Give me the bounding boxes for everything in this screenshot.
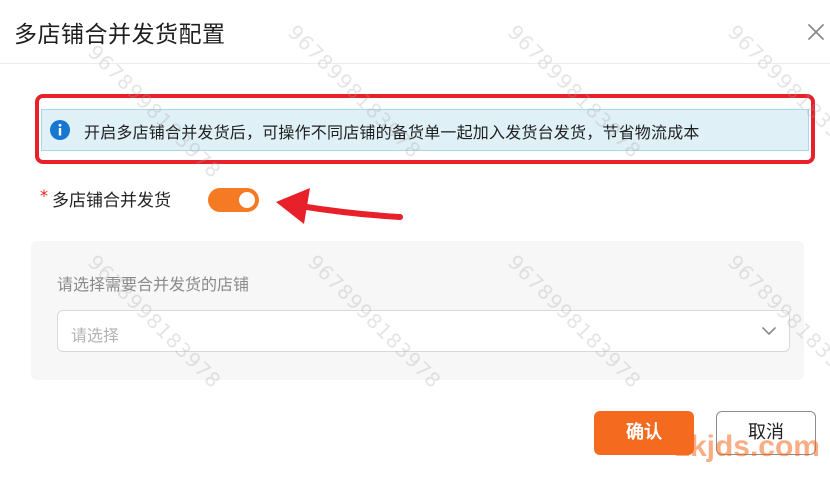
chevron-down-icon [762, 327, 776, 335]
dialog-title: 多店铺合并发货配置 [14, 22, 226, 48]
toggle-knob [239, 192, 255, 208]
store-select-dropdown[interactable]: 请选择 [57, 310, 790, 352]
store-select-label: 请选择需要合并发货的店铺 [57, 275, 250, 294]
annotation-arrow-icon [276, 188, 403, 224]
merge-shipping-label: 多店铺合并发货 [52, 191, 171, 211]
required-mark: * [40, 186, 48, 205]
annotation-highlight-box [35, 94, 815, 164]
store-select-panel: 请选择需要合并发货的店铺 请选择 [31, 241, 804, 380]
confirm-button[interactable]: 确认 [594, 411, 694, 455]
close-icon[interactable] [806, 22, 826, 42]
store-select-placeholder: 请选择 [71, 326, 120, 345]
dialog-header: 多店铺合并发货配置 [0, 0, 830, 64]
cancel-button[interactable]: 取消 [716, 411, 816, 455]
merge-shipping-toggle[interactable] [208, 188, 259, 212]
